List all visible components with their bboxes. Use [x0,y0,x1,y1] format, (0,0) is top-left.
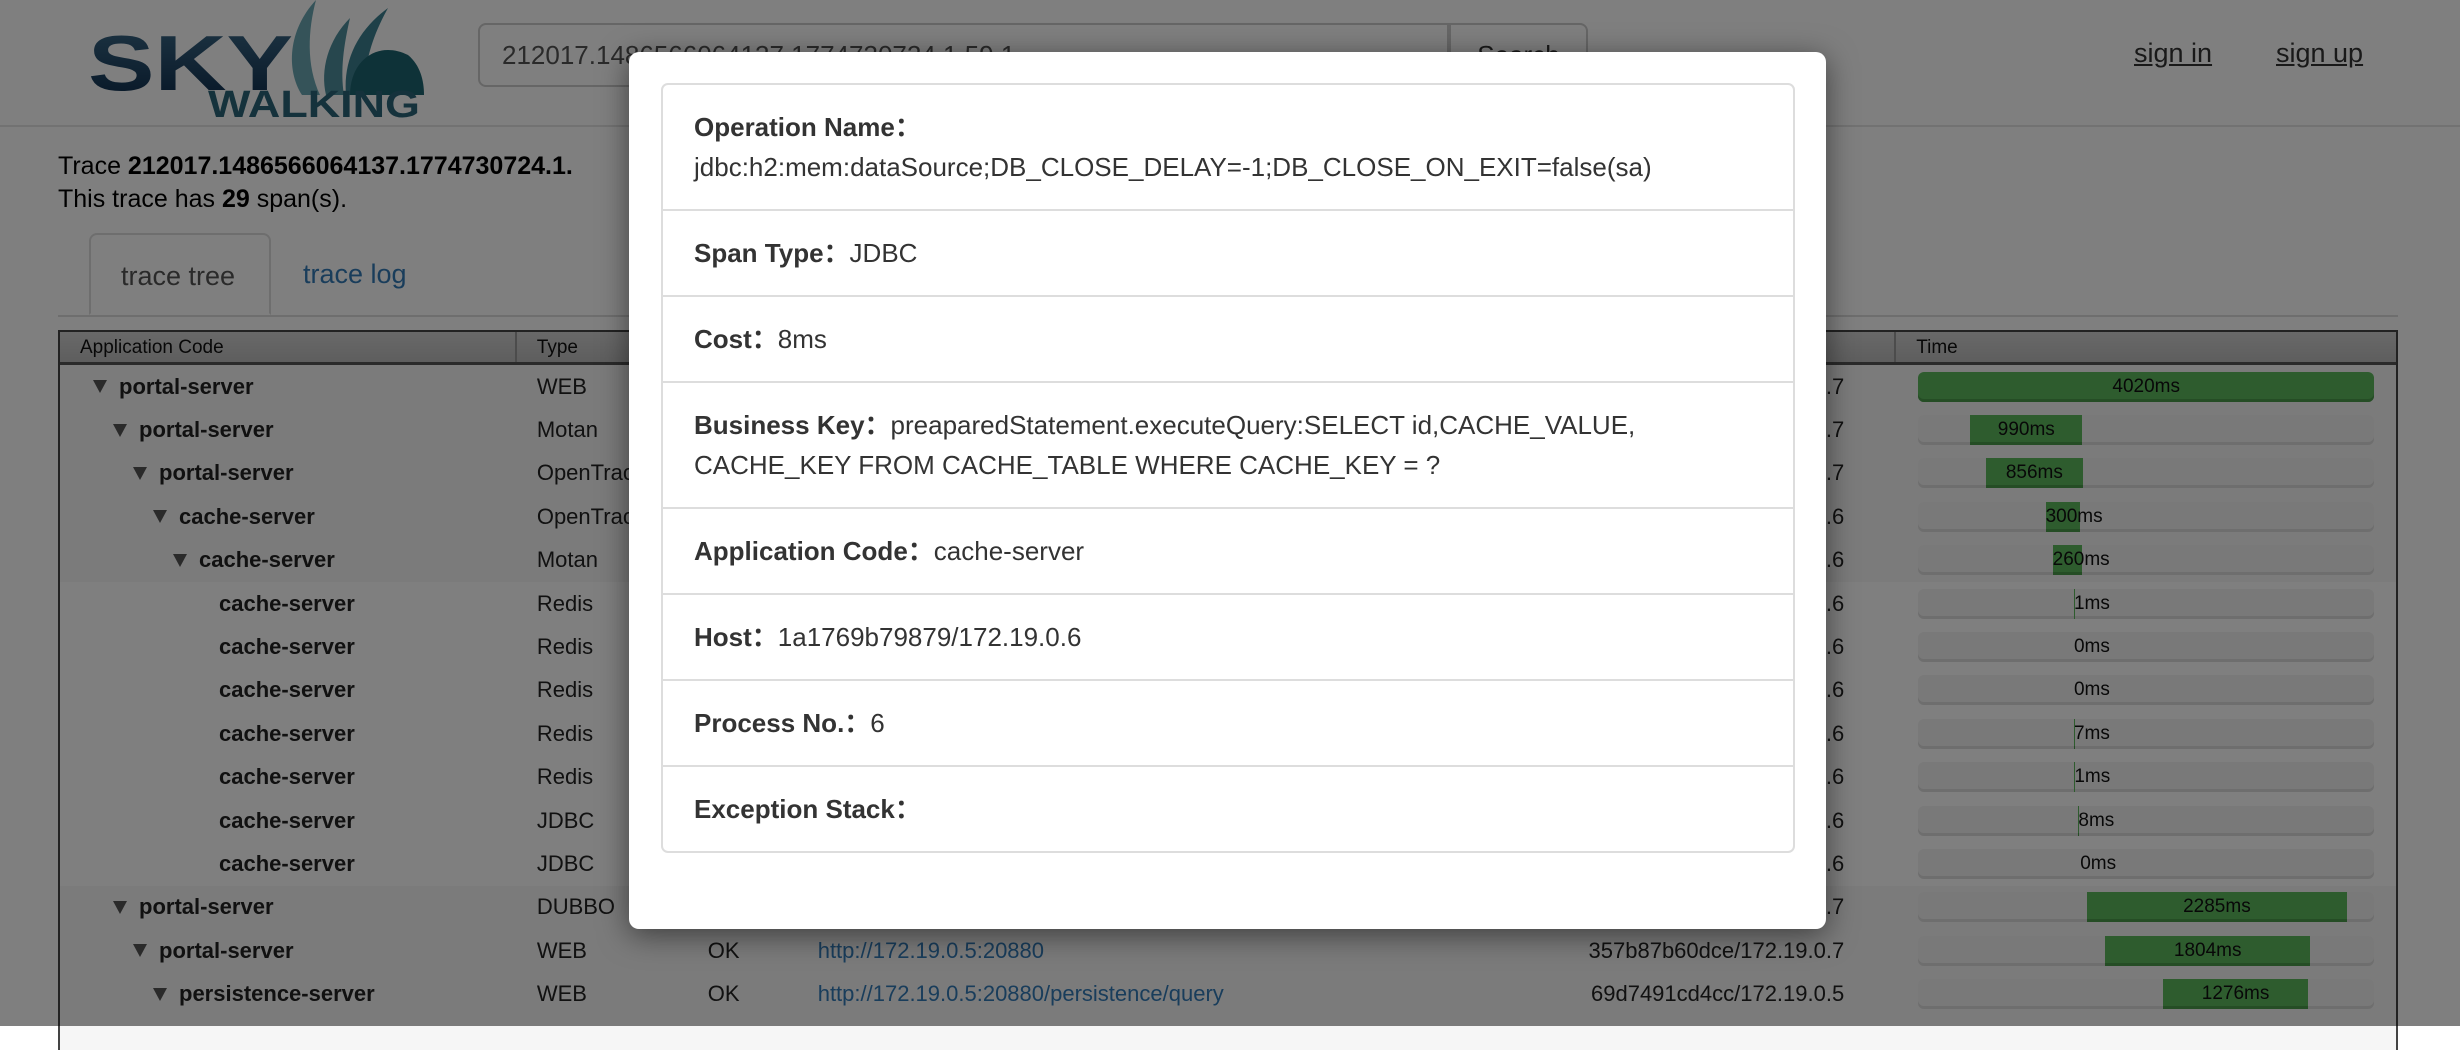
span-detail-modal: Operation Name： jdbc:h2:mem:dataSource;DB… [629,52,1826,929]
span-detail-item: Operation Name： jdbc:h2:mem:dataSource;DB… [663,85,1793,211]
detail-label: Business Key： [694,410,891,440]
detail-label: Exception Stack： [694,794,921,824]
span-detail-item: Process No.：6 [663,681,1793,767]
detail-label: Cost： [694,324,778,354]
span-detail-item: Cost：8ms [663,297,1793,383]
detail-label: Process No.： [694,708,870,738]
detail-value: cache-server [934,536,1084,566]
detail-label: Span Type： [694,238,850,268]
detail-value: JDBC [850,238,918,268]
detail-value: 6 [870,708,884,738]
detail-value: 1a1769b79879/172.19.0.6 [778,622,1082,652]
span-detail-item: Application Code：cache-server [663,509,1793,595]
detail-value: 8ms [778,324,827,354]
span-detail-list: Operation Name： jdbc:h2:mem:dataSource;DB… [661,83,1795,853]
detail-label: Application Code： [694,536,934,566]
span-detail-item: Business Key：preaparedStatement.executeQ… [663,383,1793,509]
span-detail-item: Host：1a1769b79879/172.19.0.6 [663,595,1793,681]
detail-label: Operation Name： [694,112,921,142]
detail-label: Host： [694,622,778,652]
detail-value: jdbc:h2:mem:dataSource;DB_CLOSE_DELAY=-1… [694,152,1652,182]
span-detail-item: Exception Stack： [663,767,1793,851]
span-detail-item: Span Type：JDBC [663,211,1793,297]
